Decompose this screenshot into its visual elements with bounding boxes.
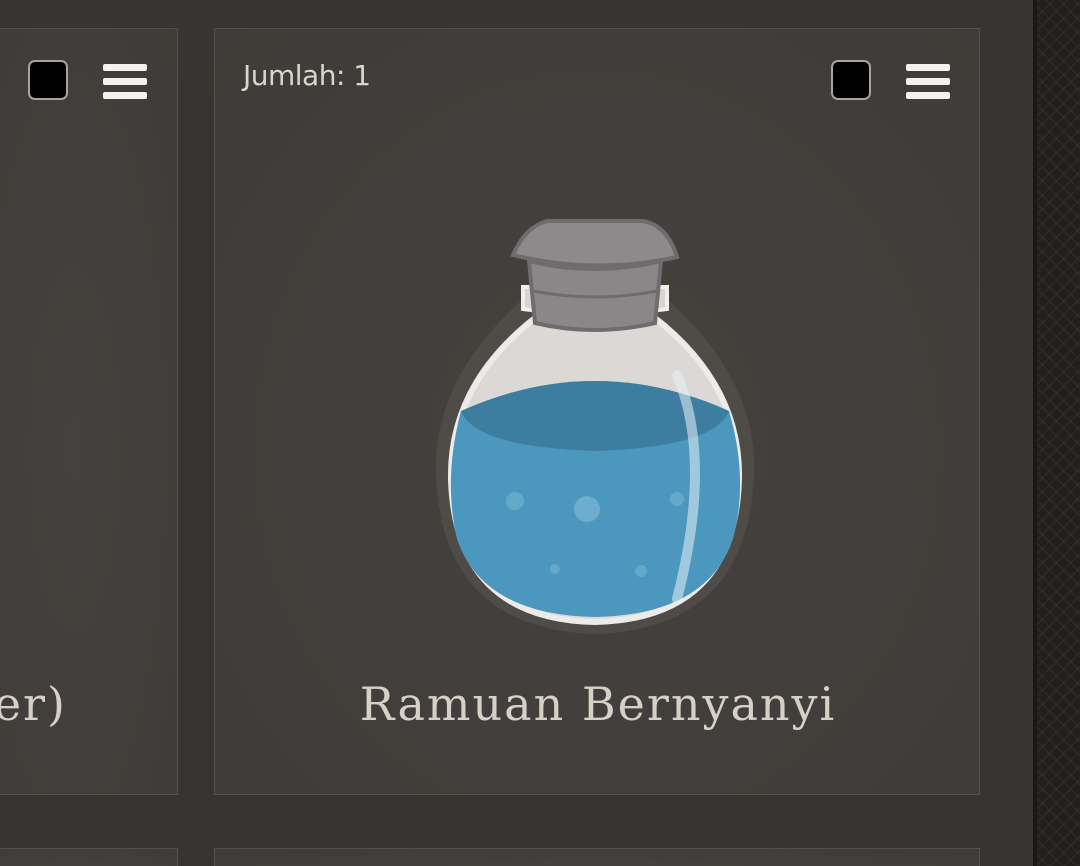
item-card-next-row-left[interactable] [0, 848, 178, 866]
item-card-left[interactable]: er) [0, 28, 178, 795]
select-checkbox[interactable] [28, 60, 68, 100]
select-checkbox[interactable] [831, 60, 871, 100]
item-title: er) [0, 677, 67, 731]
item-card[interactable]: Jumlah: 1 Ramuan Bernyanyi [214, 28, 980, 795]
item-title: Ramuan Bernyanyi [359, 677, 837, 731]
item-card-next-row[interactable] [214, 848, 980, 866]
quantity-label: Jumlah: 1 [243, 59, 371, 92]
menu-icon[interactable] [906, 63, 950, 101]
scrollbar-track[interactable] [1033, 0, 1080, 866]
blue-potion-icon [435, 219, 755, 634]
inventory-grid: er) Jumlah: 1 Ramuan Bernyanyi [0, 0, 1080, 866]
menu-icon[interactable] [103, 63, 147, 101]
scrollbar-edge [1033, 0, 1037, 866]
